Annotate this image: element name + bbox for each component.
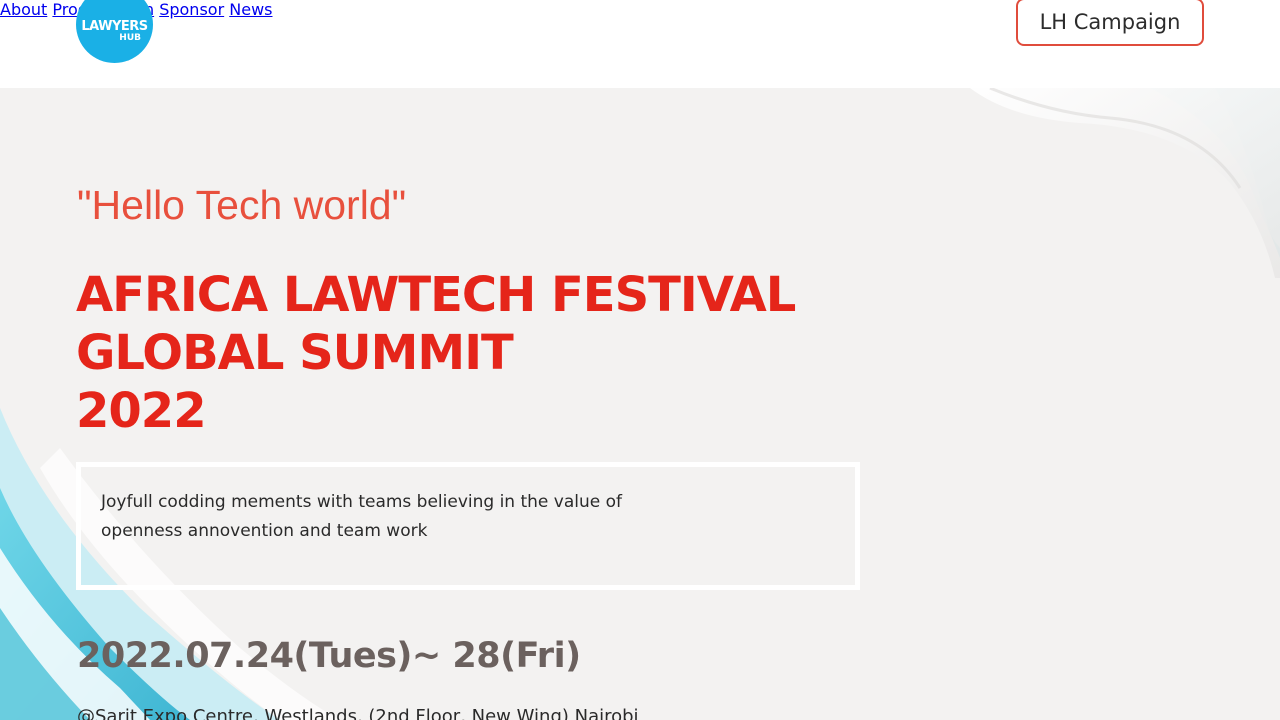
event-description-box: Joyfull codding mements with teams belie…	[76, 462, 860, 590]
logo-text-line2: HUB	[119, 33, 141, 43]
nav-link-about[interactable]: About	[0, 0, 47, 19]
event-title-line: AFRICA LAWTECH FESTIVAL	[76, 267, 796, 323]
hero-section: "Hello Tech world" AFRICA LAWTECH FESTIV…	[0, 88, 1280, 720]
nav-link-news[interactable]: News	[229, 0, 272, 19]
event-title: AFRICA LAWTECH FESTIVAL GLOBAL SUMMIT 20…	[76, 266, 796, 440]
event-venue: @Sarit Expo Centre, Westlands, (2nd Floo…	[77, 706, 639, 720]
lh-campaign-button[interactable]: LH Campaign	[1016, 0, 1204, 46]
hero-tagline: "Hello Tech world"	[77, 182, 407, 228]
event-title-line: GLOBAL SUMMIT	[76, 325, 514, 381]
event-date: 2022.07.24(Tues)~ 28(Fri)	[77, 636, 581, 676]
lawyers-hub-logo[interactable]: LAWYERS HUB	[76, 0, 153, 63]
nav-link-sponsor[interactable]: Sponsor	[159, 0, 224, 19]
event-description: Joyfull codding mements with teams belie…	[101, 492, 623, 541]
event-title-line: 2022	[76, 383, 207, 439]
site-header: LAWYERS HUB About Program Join Sponsor N…	[0, 0, 1280, 88]
logo-text-line1: LAWYERS	[81, 19, 148, 34]
